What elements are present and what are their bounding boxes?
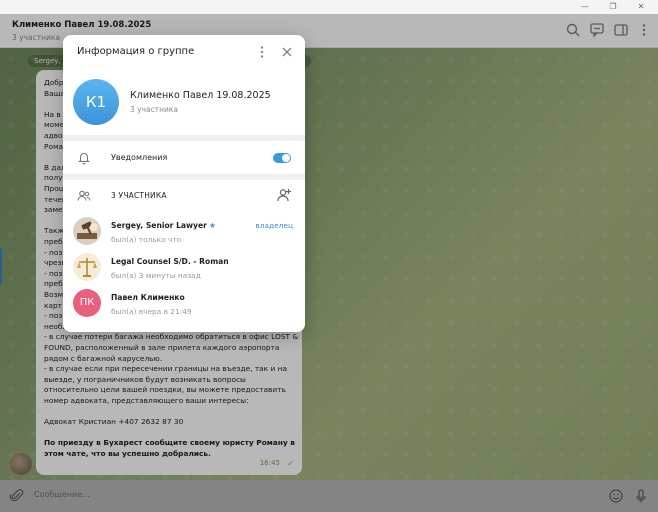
dialog-more-icon[interactable] xyxy=(254,44,270,60)
bell-icon xyxy=(78,152,90,165)
member-status: был(а) вчера в 21:49 xyxy=(111,307,192,316)
member-avatar-photo xyxy=(73,253,101,281)
divider xyxy=(63,174,305,180)
notifications-toggle[interactable] xyxy=(273,153,291,163)
add-member-icon[interactable] xyxy=(276,187,292,203)
owner-badge: владелец xyxy=(255,221,293,230)
notifications-label: Уведомления xyxy=(111,153,168,162)
window-title-bar: — ❐ ✕ xyxy=(0,0,658,14)
member-row[interactable]: Sergey, Senior Lawyer ★ был(а) только что… xyxy=(63,217,305,253)
group-member-count: 3 участника xyxy=(130,105,179,114)
minimize-button[interactable]: — xyxy=(574,1,596,13)
close-icon[interactable] xyxy=(279,44,295,60)
member-name: Sergey, Senior Lawyer ★ xyxy=(111,221,217,230)
member-row[interactable]: ПК Павел Клименко был(а) вчера в 21:49 xyxy=(63,289,305,325)
member-name: Legal Counsel S/D. - Roman xyxy=(111,257,229,266)
member-avatar-photo xyxy=(73,217,101,245)
members-icon xyxy=(77,190,91,201)
group-name: Клименко Павел 19.08.2025 xyxy=(130,90,271,101)
dialog-title: Информация о группе xyxy=(77,46,195,57)
member-status: был(а) 3 минуты назад xyxy=(111,271,201,280)
group-info-dialog: Информация о группе К1 Клименко Павел 19… xyxy=(63,35,305,332)
maximize-button[interactable]: ❐ xyxy=(602,1,624,13)
member-name: Павел Клименко xyxy=(111,293,185,302)
member-status: был(а) только что xyxy=(111,235,182,244)
member-avatar-initials: ПК xyxy=(73,289,101,317)
divider xyxy=(63,135,305,141)
verified-star-icon: ★ xyxy=(208,221,217,230)
member-row[interactable]: Legal Counsel S/D. - Roman был(а) 3 мину… xyxy=(63,253,305,289)
close-window-button[interactable]: ✕ xyxy=(630,1,652,13)
members-header: 3 УЧАСТНИКА xyxy=(111,191,167,200)
group-avatar[interactable]: К1 xyxy=(73,79,119,125)
